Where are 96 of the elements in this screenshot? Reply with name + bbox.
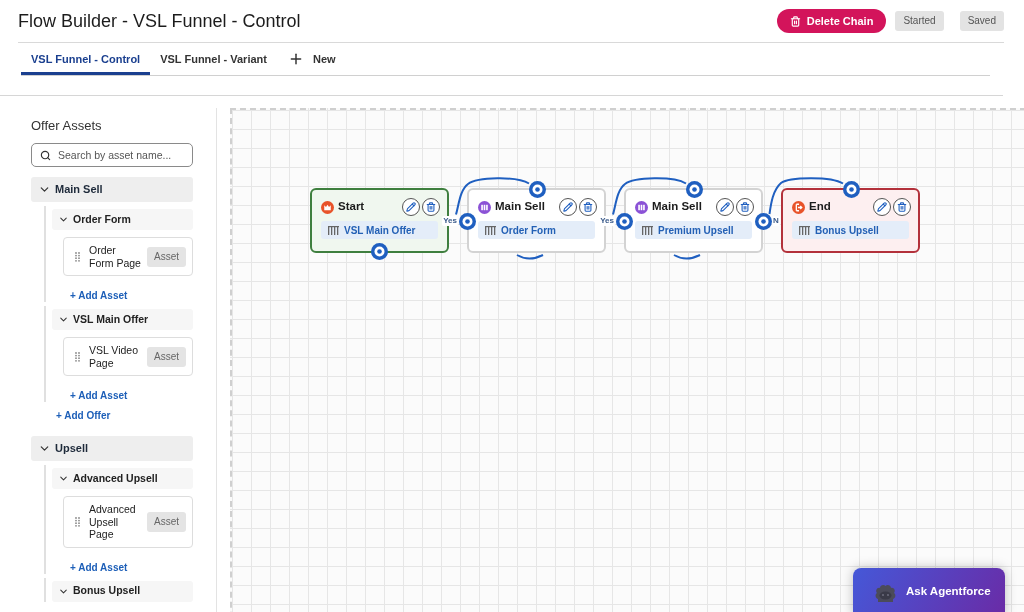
flow-canvas[interactable]: Start VSL Main Offer Main Sell Order Form Main Sell Premium Upsell End Bonus Upsell Yes Yes N Ask Agentforce [230,108,1024,612]
vertical-bars-icon [485,225,496,235]
flow-node[interactable]: End Bonus Upsell [781,188,920,253]
pencil-icon [563,202,573,212]
offer-label: Advanced Upsell [73,470,158,486]
pencil-icon [406,202,416,212]
offer-chip-label: Bonus Upsell [815,223,879,238]
offer-label: Bonus Upsell [73,583,141,599]
tab[interactable]: VSL Funnel - Variant [150,43,277,75]
edge-label: Yes [442,216,458,226]
add-asset-link[interactable]: + Add Asset [70,561,193,574]
connection-ring-icon[interactable] [458,212,476,230]
node-title: End [809,199,831,215]
connection-ring-icon[interactable] [685,180,703,198]
connection-ring-icon[interactable] [370,242,388,260]
edit-button[interactable] [873,198,891,216]
add-asset-link[interactable]: + Add Asset [70,390,193,402]
drag-handle-icon[interactable] [75,251,80,262]
drag-handle-icon[interactable] [75,351,80,362]
trash-icon [789,15,801,27]
connection-ring-icon[interactable] [842,180,860,198]
node-title: Start [338,199,365,215]
new-tab-button[interactable]: New [287,43,336,75]
offer-chip[interactable]: Premium Upsell [635,221,752,239]
offer-chip-label: VSL Main Offer [344,223,416,238]
connection-ring-icon[interactable] [528,180,546,198]
group-label: Upsell [55,441,88,457]
edge-label: Yes [599,216,615,226]
asset-name: Order Form Page [89,244,142,269]
ask-agentforce-button[interactable]: Ask Agentforce [853,568,1005,612]
offer-chip-label: Premium Upsell [658,223,734,238]
crown-icon [321,200,334,214]
connection-ring-icon[interactable] [615,212,633,230]
connector-line[interactable] [516,254,544,260]
tab[interactable]: VSL Funnel - Control [21,43,151,75]
offer-header[interactable]: Order Form [52,209,193,230]
drag-handle-icon[interactable] [75,516,80,527]
asset-tag: Asset [147,246,186,267]
columns-icon [478,200,491,214]
edit-button[interactable] [559,198,577,216]
delete-button[interactable] [422,198,440,216]
offer-chip[interactable]: Order Form [478,221,595,239]
group-label: Main Sell [55,182,103,198]
pencil-icon [720,202,730,212]
chevron-down-icon[interactable] [58,473,69,484]
delete-button[interactable] [736,198,754,216]
connector-line[interactable] [768,177,844,215]
sidebar-title: Offer Assets [31,118,103,134]
delete-button[interactable] [579,198,597,216]
trash-icon [583,202,593,212]
edge-label: N [772,216,780,226]
offer-chip[interactable]: VSL Main Offer [321,221,438,239]
page-title: Flow Builder - VSL Funnel - Control [18,9,301,33]
asset-name: Advanced Upsell Page [89,503,137,541]
edit-button[interactable] [402,198,420,216]
node-title: Main Sell [652,199,702,215]
chevron-down-icon[interactable] [58,214,69,225]
character-head-icon [874,582,897,602]
offer-chip-label: Order Form [501,223,556,238]
offer-header[interactable]: VSL Main Offer [52,309,193,330]
delete-button[interactable] [893,198,911,216]
pencil-icon [877,202,887,212]
asset-tag: Asset [147,346,186,367]
connector-line[interactable] [673,254,701,260]
offer-header[interactable]: Bonus Upsell [52,580,193,602]
status-badge: Saved [959,11,1004,31]
offer-header[interactable]: Advanced Upsell [52,468,193,489]
offer-label: Order Form [73,211,131,227]
offer-label: VSL Main Offer [73,311,149,327]
vertical-bars-icon [328,225,339,235]
search-field[interactable]: Search by asset name... [31,143,193,167]
columns-icon [635,200,648,214]
asset-card[interactable]: Advanced Upsell Page Asset [63,496,193,548]
vertical-bars-icon [642,225,653,235]
add-offer-link[interactable]: + Add Offer [56,410,193,422]
trash-icon [897,202,907,212]
trash-icon [426,202,436,212]
asset-card[interactable]: VSL Video Page Asset [63,337,193,376]
delete-chain-button[interactable]: Delete Chain [776,9,887,33]
offer-chip[interactable]: Bonus Upsell [792,221,909,239]
add-asset-link[interactable]: + Add Asset [70,290,193,302]
vertical-bars-icon [799,225,810,235]
group-header[interactable]: Main Sell [31,177,193,202]
chevron-down-icon[interactable] [58,314,69,325]
asset-tag: Asset [147,511,186,532]
asset-name: VSL Video Page [89,344,140,369]
flow-node[interactable]: Main Sell Premium Upsell [624,188,763,253]
exit-icon [792,200,805,214]
group-header[interactable]: Upsell [31,436,193,461]
node-title: Main Sell [495,199,545,215]
trash-icon [740,202,750,212]
search-icon [40,149,51,161]
connection-ring-icon[interactable] [754,212,772,230]
edit-button[interactable] [716,198,734,216]
asset-card[interactable]: Order Form Page Asset [63,237,193,276]
status-badge: Started [895,11,944,31]
